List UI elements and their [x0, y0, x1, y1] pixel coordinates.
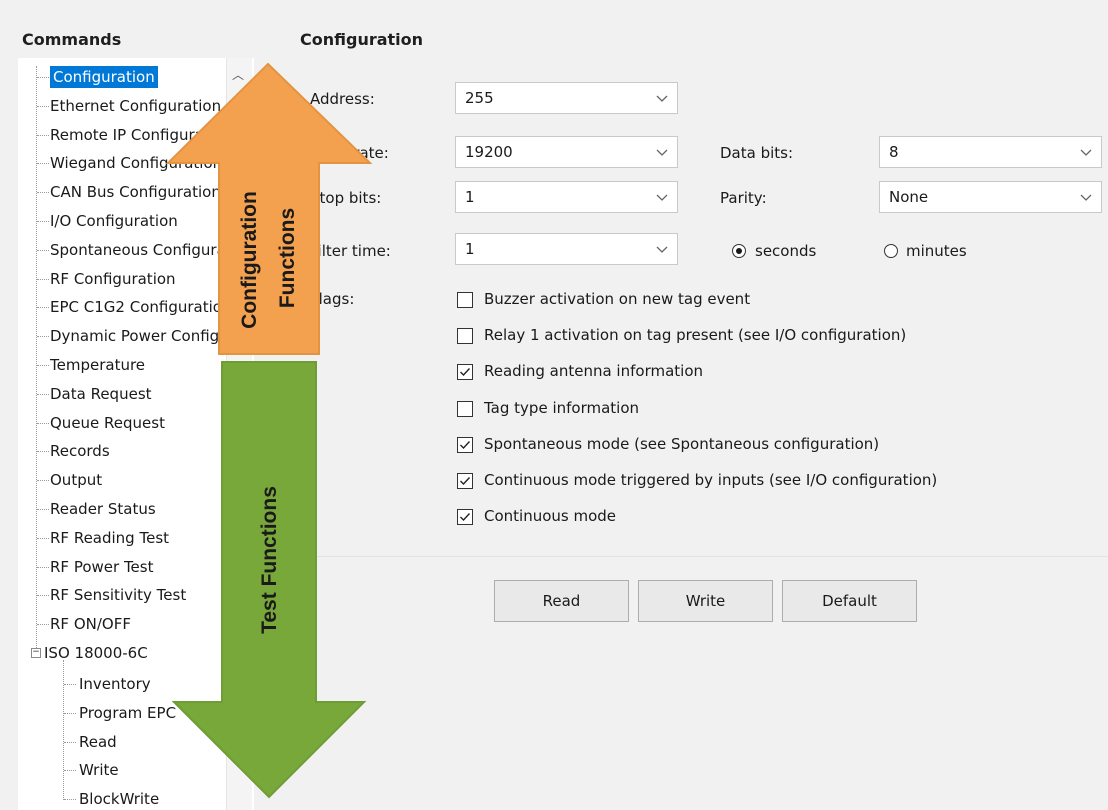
up-arrow	[165, 62, 373, 355]
config-functions-line2: Functions	[276, 208, 299, 308]
config-functions-line1: Configuration	[238, 191, 261, 329]
test-functions-label: Test Functions	[258, 486, 281, 634]
annotation-overlay: Configuration Functions Test Functions	[165, 62, 373, 799]
